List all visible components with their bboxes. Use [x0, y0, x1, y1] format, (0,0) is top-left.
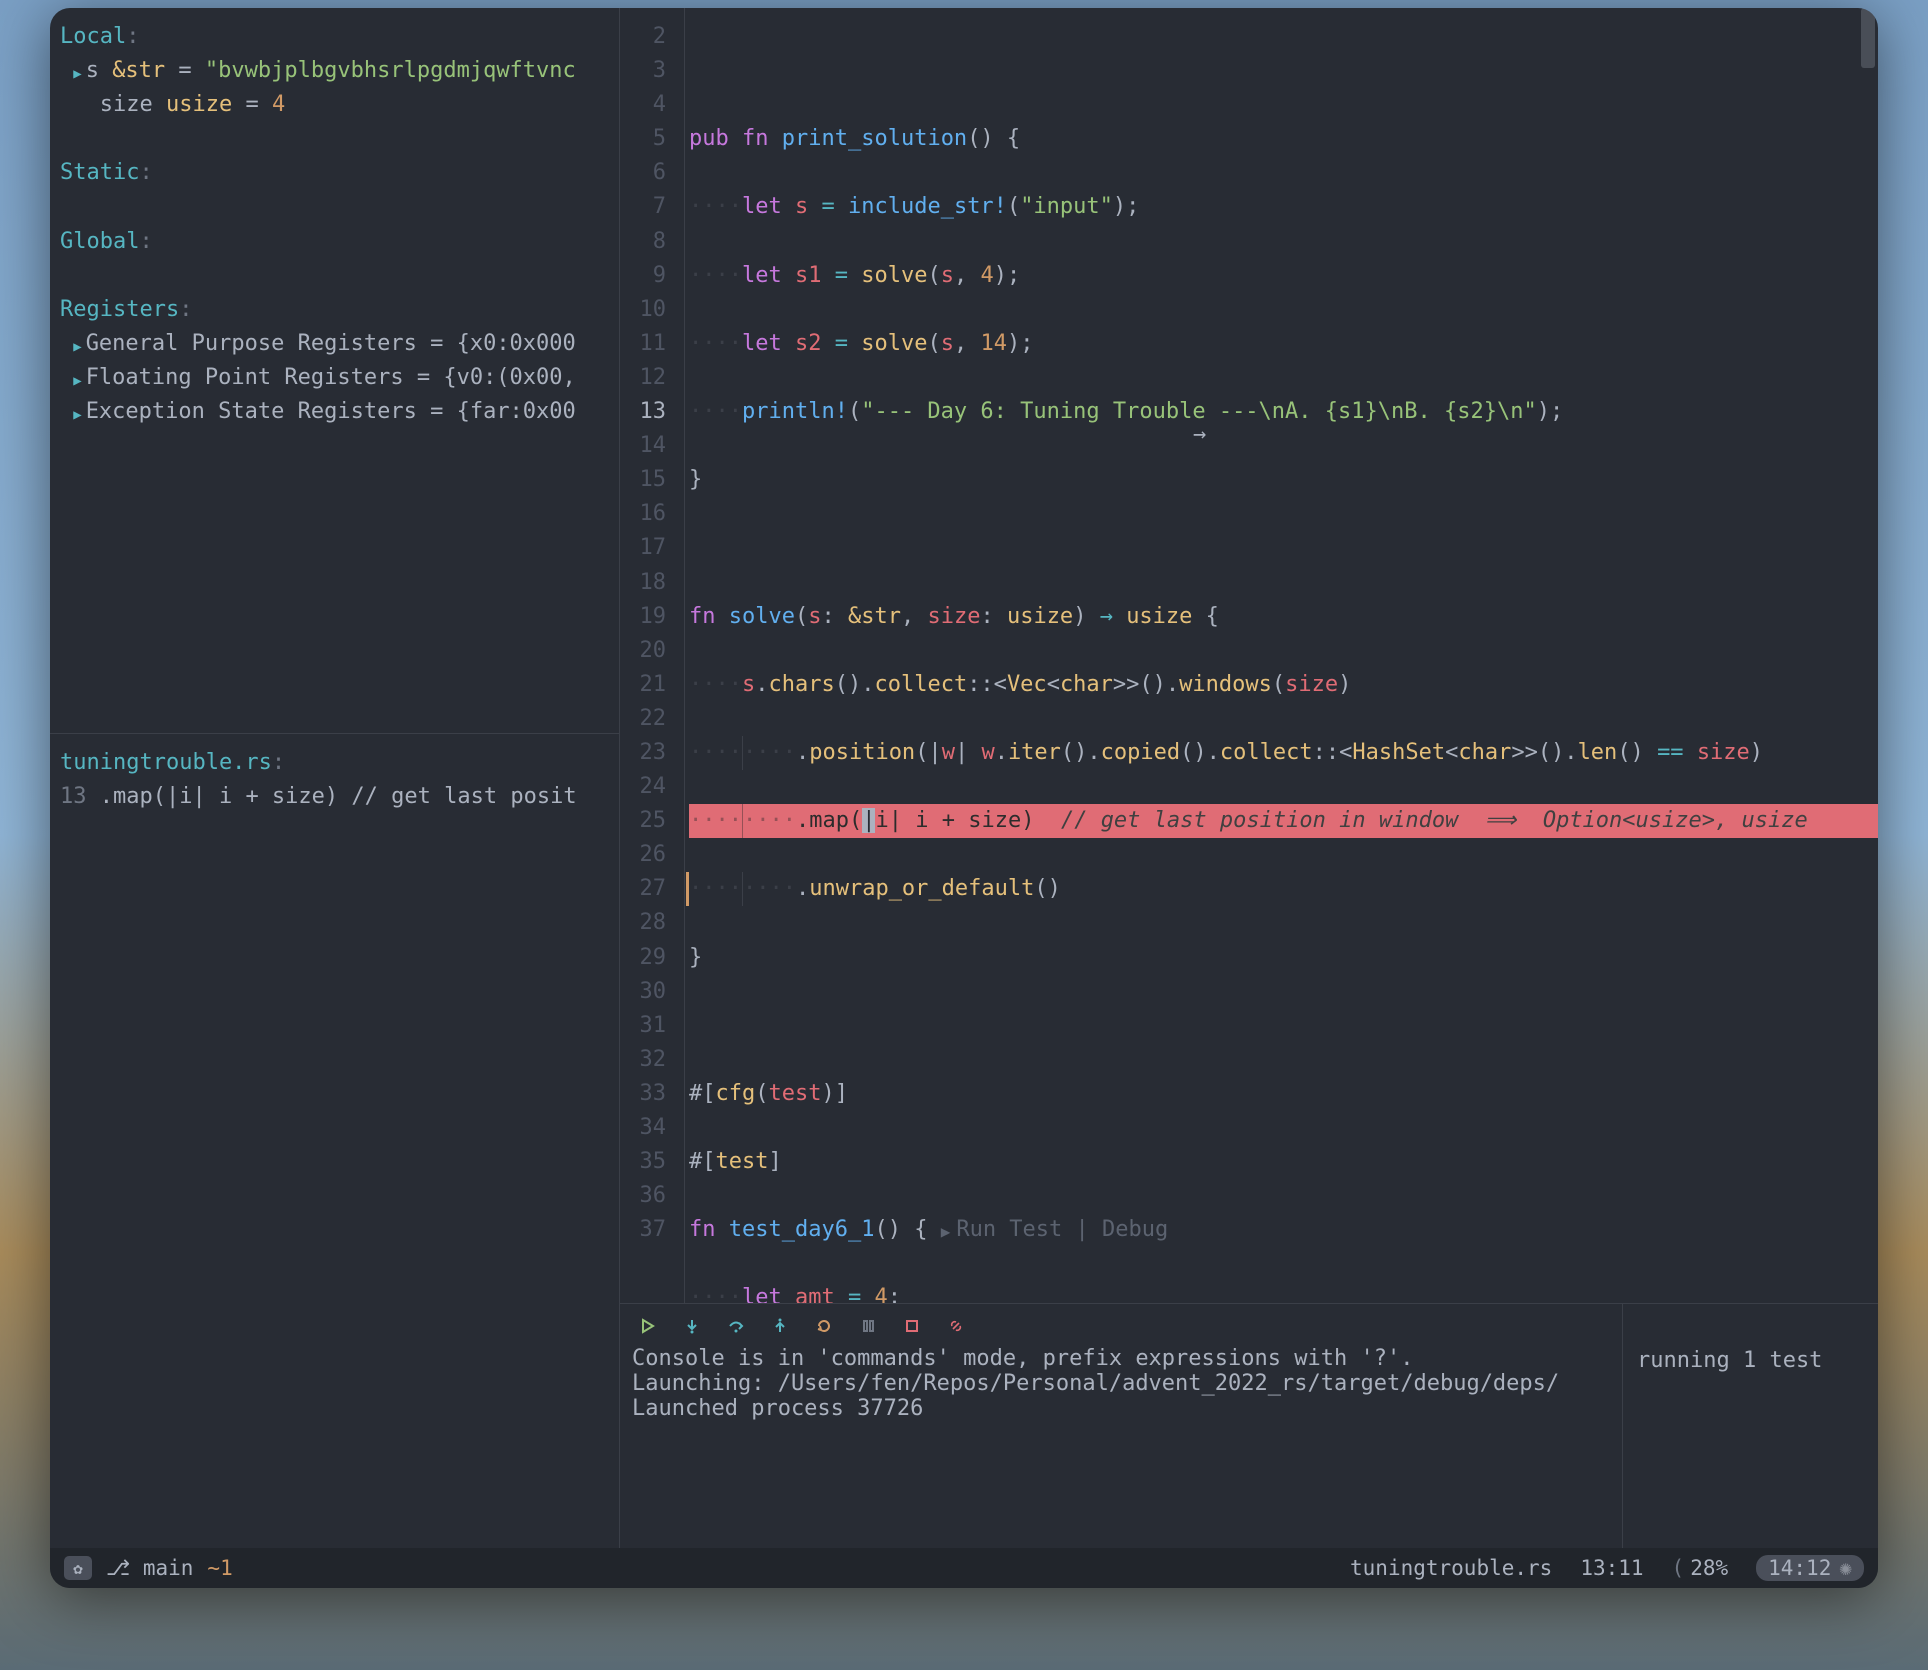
step-over-icon[interactable]: [726, 1316, 746, 1336]
locals-header: Local: [60, 24, 126, 49]
var-s-name[interactable]: s: [86, 58, 99, 83]
test-status: running 1 test: [1637, 1348, 1864, 1373]
current-execution-line: ········.map(|i| i + size) // get last p…: [689, 804, 1878, 838]
disconnect-icon[interactable]: [946, 1316, 966, 1336]
console-output[interactable]: Console is in 'commands' mode, prefix ex…: [620, 1304, 1623, 1548]
pause-icon[interactable]: [858, 1316, 878, 1336]
reg-fpr[interactable]: Floating Point Registers: [86, 365, 404, 390]
code-editor[interactable]: → 2 3 4 5 6 7 8 9 10 11 12 13 14: [620, 8, 1878, 1303]
codelens-debug[interactable]: Debug: [1102, 1217, 1168, 1242]
clock-widget[interactable]: 14:12✺: [1756, 1555, 1864, 1581]
console-line: Console is in 'commands' mode, prefix ex…: [632, 1346, 1610, 1371]
console-line: Launching: /Users/fen/Repos/Personal/adv…: [632, 1371, 1610, 1396]
main-area: Local: ▶s &str = "bvwbjplbgvbhsrlpgdmjqw…: [50, 8, 1878, 1548]
reg-gpr[interactable]: General Purpose Registers: [86, 331, 417, 356]
cursor-position: 13:11: [1580, 1556, 1643, 1580]
stack-file: tuningtrouble.rs: [60, 750, 272, 775]
stackframe-panel[interactable]: tuningtrouble.rs: 13 .map(|i| i + size) …: [50, 733, 619, 1548]
continue-icon[interactable]: [638, 1316, 658, 1336]
console-line: Launched process 37726: [632, 1396, 1610, 1421]
git-branch[interactable]: ⎇ main: [106, 1556, 193, 1580]
step-in-icon[interactable]: [682, 1316, 702, 1336]
diagnostics-count[interactable]: ~1: [207, 1556, 232, 1580]
line-gutter[interactable]: 2 3 4 5 6 7 8 9 10 11 12 13 14 15: [620, 8, 685, 1303]
registers-header: Registers: [60, 297, 179, 322]
stop-icon[interactable]: [902, 1316, 922, 1336]
debug-sidebar: Local: ▶s &str = "bvwbjplbgvbhsrlpgdmjqw…: [50, 8, 620, 1548]
stack-line: .map(|i| i + size) // get last posit: [100, 784, 577, 809]
var-size-name[interactable]: size: [100, 92, 153, 117]
test-output[interactable]: running 1 test: [1623, 1304, 1878, 1548]
debug-console: Console is in 'commands' mode, prefix ex…: [620, 1303, 1878, 1548]
editor-area: → 2 3 4 5 6 7 8 9 10 11 12 13 14: [620, 8, 1878, 1548]
codelens-run[interactable]: Run Test: [956, 1217, 1062, 1242]
filename-status: tuningtrouble.rs: [1350, 1556, 1552, 1580]
scrollbar-thumb[interactable]: [1861, 8, 1875, 68]
global-header: Global: [60, 229, 139, 254]
variables-panel[interactable]: Local: ▶s &str = "bvwbjplbgvbhsrlpgdmjqw…: [50, 8, 619, 733]
restart-icon[interactable]: [814, 1316, 834, 1336]
status-bar: ✿ ⎇ main ~1 tuningtrouble.rs 13:11 ( 28%…: [50, 1548, 1878, 1588]
editor-window: Local: ▶s &str = "bvwbjplbgvbhsrlpgdmjqw…: [50, 8, 1878, 1588]
gear-icon: ✺: [1839, 1556, 1852, 1580]
static-header: Static: [60, 160, 139, 185]
reg-esr[interactable]: Exception State Registers: [86, 399, 417, 424]
code-content[interactable]: pub fn print_solution() { ····let s = in…: [685, 8, 1878, 1303]
scrollbar[interactable]: [1858, 8, 1878, 1303]
platform-icon[interactable]: ✿: [64, 1556, 92, 1580]
debug-toolbar: [632, 1310, 1610, 1346]
step-out-icon[interactable]: [770, 1316, 790, 1336]
scroll-percent: 28%: [1690, 1556, 1728, 1580]
